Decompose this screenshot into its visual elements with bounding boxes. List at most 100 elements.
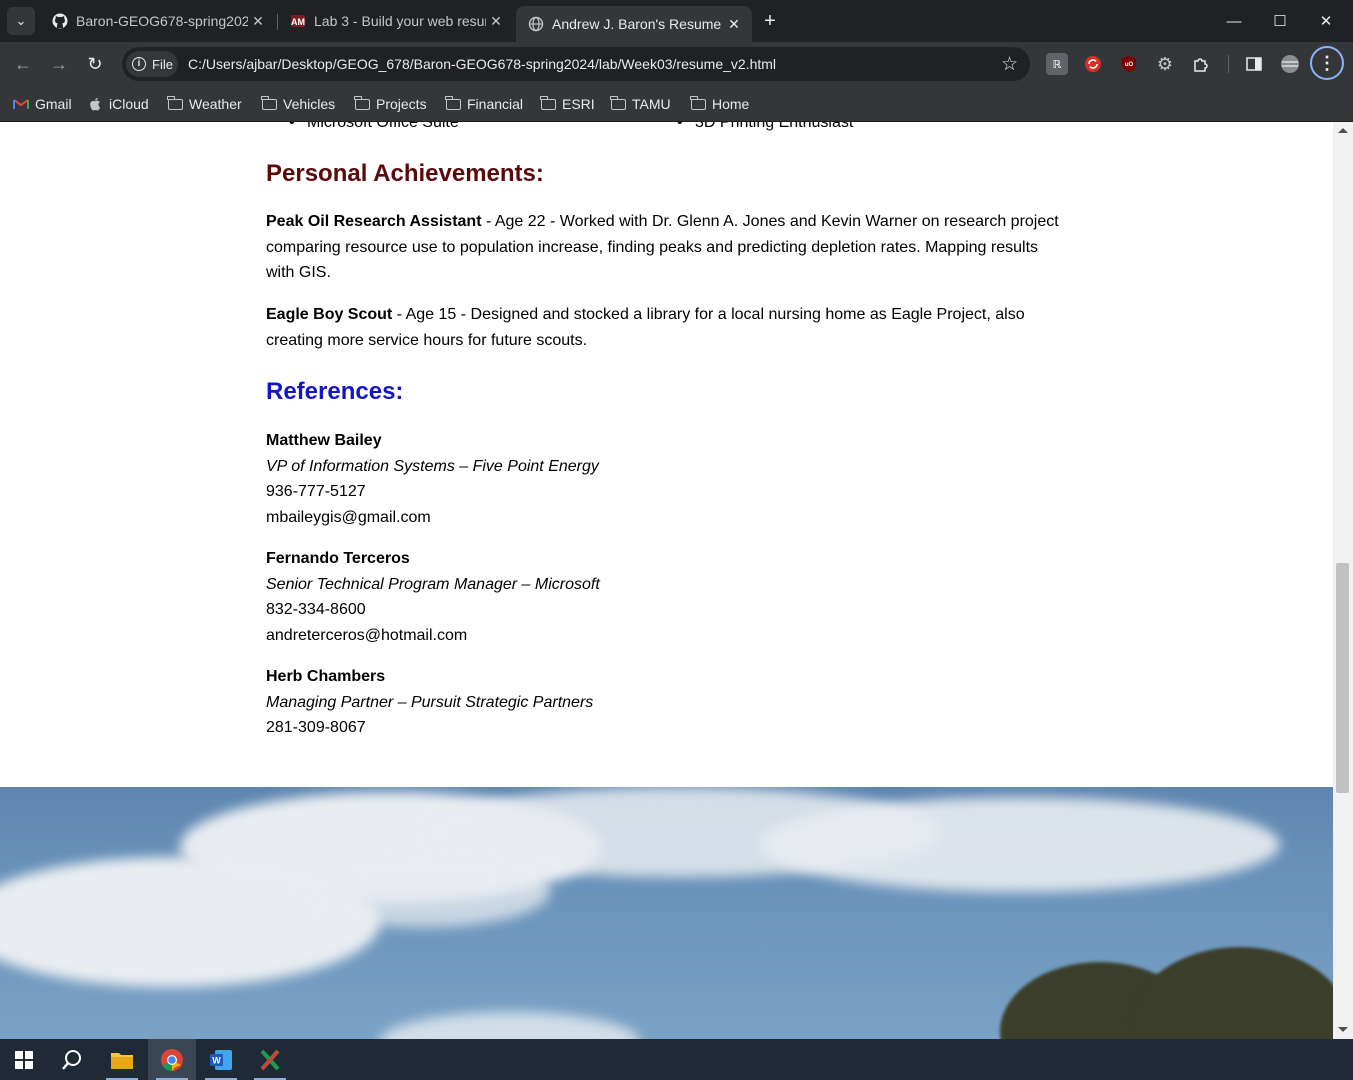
- reference-entry: Matthew Bailey VP of Information Systems…: [266, 428, 599, 530]
- reload-icon[interactable]: ↻: [81, 50, 109, 78]
- bookmark-label: ESRI: [562, 96, 595, 112]
- svg-text:W: W: [212, 1055, 221, 1065]
- toolbar-divider: [1228, 55, 1229, 73]
- close-icon[interactable]: ✕: [248, 13, 268, 30]
- folder-icon: [445, 95, 461, 110]
- achievement-item: Eagle Boy Scout - Age 15 - Designed and …: [266, 302, 1066, 353]
- extension-fn-icon[interactable]: ℝ: [1046, 53, 1068, 75]
- svg-text:AM: AM: [291, 17, 305, 27]
- scroll-down-icon[interactable]: [1338, 1027, 1348, 1032]
- bookmark-icloud[interactable]: iCloud: [87, 93, 149, 115]
- scrollbar-thumb[interactable]: [1336, 563, 1349, 793]
- browser-toolbar: ← → ↻ i File C:/Users/ajbar/Desktop/GEOG…: [0, 42, 1353, 86]
- info-icon: i: [132, 57, 146, 71]
- reference-title: VP of Information Systems – Five Point E…: [266, 457, 599, 475]
- bookmark-folder-tamu[interactable]: TAMU: [610, 93, 671, 115]
- bookmark-label: Home: [712, 96, 750, 112]
- ublock-icon[interactable]: uO: [1118, 53, 1140, 75]
- references-heading: References:: [266, 378, 404, 405]
- folder-icon: [610, 95, 626, 110]
- skill-item: 3D Printing Enthusiast: [677, 122, 853, 132]
- bookmarks-bar: Gmail iCloud Weather Vehicles Projects F…: [0, 86, 1353, 122]
- windows-start-icon[interactable]: [0, 1039, 48, 1080]
- folder-icon: [540, 95, 556, 110]
- tamu-icon: AM: [290, 13, 306, 29]
- search-icon[interactable]: [48, 1039, 96, 1080]
- tab-strip: ⌄ Baron-GEOG678-spring2024 ✕ AM Lab 3 - …: [0, 0, 1353, 42]
- maximize-icon[interactable]: ☐: [1257, 0, 1303, 42]
- chevron-down-icon: ⌄: [15, 13, 27, 28]
- profile-avatar-icon[interactable]: [1279, 53, 1301, 75]
- tab-title: Baron-GEOG678-spring2024: [76, 13, 248, 29]
- reference-name: Fernando Terceros: [266, 550, 410, 567]
- extension-red-icon[interactable]: [1082, 53, 1104, 75]
- close-icon[interactable]: ✕: [724, 16, 744, 33]
- bookmark-star-icon[interactable]: ☆: [1001, 53, 1018, 76]
- site-info-chip[interactable]: i File: [126, 51, 178, 77]
- tab-lab3[interactable]: AM Lab 3 - Build your web resume ✕: [278, 6, 514, 36]
- globe-icon: [528, 16, 544, 32]
- word-icon[interactable]: W: [197, 1039, 245, 1080]
- bookmark-label: Weather: [189, 96, 242, 112]
- reference-entry: Herb Chambers Managing Partner – Pursuit…: [266, 664, 593, 741]
- minimize-icon[interactable]: ―: [1211, 0, 1257, 42]
- site-info-label: File: [152, 56, 173, 72]
- reference-phone: 936-777-5127: [266, 483, 366, 501]
- bookmark-folder-vehicles[interactable]: Vehicles: [261, 93, 335, 115]
- achievements-heading: Personal Achievements:: [266, 160, 544, 187]
- skill-item: Microsoft Office Suite: [289, 122, 459, 132]
- bookmark-label: Projects: [376, 96, 427, 112]
- bookmark-label: iCloud: [109, 96, 149, 112]
- excel-icon[interactable]: [246, 1039, 294, 1080]
- url-text[interactable]: C:/Users/ajbar/Desktop/GEOG_678/Baron-GE…: [188, 56, 776, 72]
- reference-entry: Fernando Terceros Senior Technical Progr…: [266, 546, 600, 648]
- tab-title: Lab 3 - Build your web resume: [314, 13, 486, 29]
- github-icon: [52, 13, 68, 29]
- tab-github[interactable]: Baron-GEOG678-spring2024 ✕: [40, 6, 276, 36]
- extensions-puzzle-icon[interactable]: [1190, 53, 1212, 75]
- sky-background-image: [0, 787, 1333, 1039]
- scroll-up-icon[interactable]: [1338, 128, 1348, 133]
- forward-arrow-icon[interactable]: →: [45, 50, 73, 78]
- tab-title: Andrew J. Baron's Resume: [552, 16, 722, 32]
- achievement-item: Peak Oil Research Assistant - Age 22 - W…: [266, 209, 1066, 286]
- gmail-icon: [13, 97, 29, 111]
- page-scrollbar[interactable]: [1333, 122, 1353, 1039]
- page-viewport: Microsoft Office Suite 3D Printing Enthu…: [0, 122, 1333, 1039]
- side-panel-icon[interactable]: [1243, 53, 1265, 75]
- reference-phone: 832-334-8600: [266, 601, 366, 619]
- bookmark-label: Financial: [467, 96, 524, 112]
- tab-resume-active[interactable]: Andrew J. Baron's Resume ✕: [516, 6, 752, 42]
- reference-name: Herb Chambers: [266, 668, 386, 685]
- gear-icon[interactable]: ⚙: [1154, 53, 1176, 75]
- window-close-icon[interactable]: ✕: [1303, 0, 1349, 42]
- bookmark-folder-weather[interactable]: Weather: [167, 93, 242, 115]
- apple-icon: [87, 97, 103, 111]
- back-arrow-icon[interactable]: ←: [9, 50, 37, 78]
- bookmark-gmail[interactable]: Gmail: [13, 93, 72, 115]
- chrome-icon[interactable]: [148, 1039, 196, 1080]
- tab-search-button[interactable]: ⌄: [7, 7, 35, 35]
- bookmark-folder-projects[interactable]: Projects: [354, 93, 427, 115]
- reference-name: Matthew Bailey: [266, 432, 382, 449]
- file-explorer-icon[interactable]: [98, 1039, 146, 1080]
- bookmark-label: Gmail: [35, 96, 72, 112]
- reference-title: Managing Partner – Pursuit Strategic Par…: [266, 693, 594, 711]
- address-bar[interactable]: i File C:/Users/ajbar/Desktop/GEOG_678/B…: [122, 47, 1030, 81]
- new-tab-button[interactable]: +: [758, 8, 782, 34]
- bookmark-folder-esri[interactable]: ESRI: [540, 93, 595, 115]
- folder-icon: [690, 95, 706, 110]
- folder-icon: [167, 95, 183, 110]
- bookmark-label: TAMU: [632, 96, 671, 112]
- achievement-title: Eagle Boy Scout: [266, 306, 393, 323]
- folder-icon: [261, 95, 277, 110]
- achievement-title: Peak Oil Research Assistant: [266, 213, 482, 230]
- bookmark-folder-financial[interactable]: Financial: [445, 93, 523, 115]
- reference-title: Senior Technical Program Manager – Micro…: [266, 575, 600, 593]
- svg-text:uO: uO: [1125, 62, 1134, 68]
- bookmark-label: Vehicles: [283, 96, 336, 112]
- close-icon[interactable]: ✕: [486, 13, 506, 30]
- more-menu-icon[interactable]: ⋮: [1310, 46, 1344, 80]
- reference-phone: 281-309-8067: [266, 719, 366, 737]
- bookmark-folder-home[interactable]: Home: [690, 93, 749, 115]
